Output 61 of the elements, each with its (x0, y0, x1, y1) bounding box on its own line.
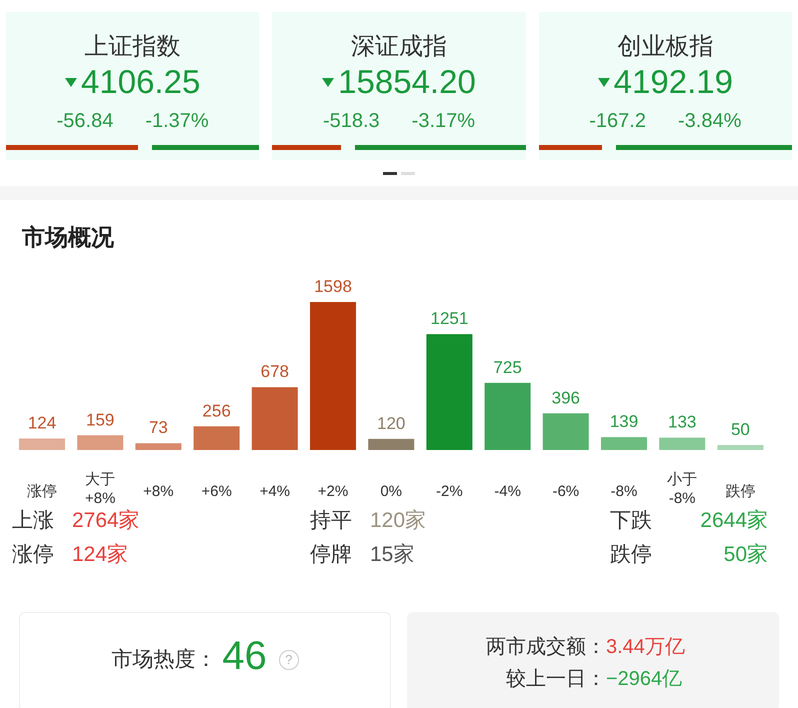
bar-value: 124 (28, 414, 56, 433)
bar-value: 1598 (314, 277, 352, 296)
category-label: +6% (201, 483, 232, 500)
stat-label: 下跌 (610, 508, 652, 534)
stat-label: 停牌 (310, 542, 352, 568)
stat-value: 50家 (724, 542, 768, 568)
category-label: +2% (318, 483, 348, 500)
index-value: 4192.19 (614, 62, 733, 102)
stat-value: 124家 (72, 542, 128, 568)
index-percent: -1.37% (145, 109, 209, 134)
index-name: 创业板指 (617, 32, 714, 62)
turnover-value: 3.44万亿 (606, 635, 686, 660)
index-change: -56.84 (56, 109, 114, 134)
heat-label: 市场热度： (111, 647, 216, 674)
section-title: 市场概况 (21, 223, 115, 252)
index-value: 4106.25 (81, 62, 200, 102)
bar-value: 159 (86, 410, 114, 430)
category-label: -8% (610, 483, 638, 500)
stat-value: 120家 (370, 508, 426, 534)
bar-value: 73 (148, 418, 168, 438)
bar-value: 1251 (430, 309, 468, 328)
bar-value: 133 (668, 412, 696, 432)
bar-value: 725 (493, 358, 522, 377)
stat-value: 2644家 (700, 508, 768, 534)
stat-value: 2764家 (72, 508, 140, 534)
page-indicator[interactable] (383, 172, 397, 174)
index-percent: -3.17% (412, 109, 476, 134)
category-label: 涨停 (27, 483, 57, 500)
index-percent: -3.84% (678, 109, 742, 134)
turnover-label: 两市成交额： (485, 635, 606, 660)
index-card[interactable]: 深证成指 15854.20 -518.3 -3.17% (272, 12, 526, 160)
bar-value: 396 (552, 388, 580, 408)
index-name: 深证成指 (350, 32, 447, 62)
category-label: +8% (143, 483, 174, 500)
category-label: 小于 -8% (667, 471, 698, 507)
category-label: 大于 +8% (84, 471, 116, 507)
category-label: +4% (260, 483, 290, 500)
index-card[interactable]: 创业板指 4192.19 -167.2 -3.84% (538, 12, 792, 160)
category-label: 跌停 (725, 483, 756, 500)
bar-value: 256 (202, 401, 231, 420)
stat-label: 涨停 (12, 542, 54, 568)
category-label: -6% (552, 483, 580, 500)
bar-value: 139 (610, 412, 638, 432)
stat-value: 15家 (370, 542, 414, 568)
category-label: 0% (380, 483, 402, 500)
category-label: -2% (436, 483, 463, 500)
category-label: -4% (494, 483, 521, 500)
turnover-label: 较上一日： (505, 667, 606, 692)
stat-label: 持平 (310, 508, 352, 534)
index-change: -518.3 (322, 109, 380, 134)
turnover-value: −2964亿 (606, 667, 684, 692)
index-value: 15854.20 (338, 62, 476, 102)
stat-label: 跌停 (610, 542, 652, 568)
bar-value: 678 (260, 362, 289, 382)
index-card[interactable]: 上证指数 4106.25 -56.84 -1.37% (6, 12, 260, 160)
bar-value: 50 (730, 420, 750, 439)
heat-value: 46 (222, 633, 267, 680)
index-name: 上证指数 (84, 32, 181, 62)
bar-value: 120 (377, 414, 406, 433)
stat-label: 上涨 (12, 508, 54, 534)
index-change: -167.2 (589, 109, 646, 134)
